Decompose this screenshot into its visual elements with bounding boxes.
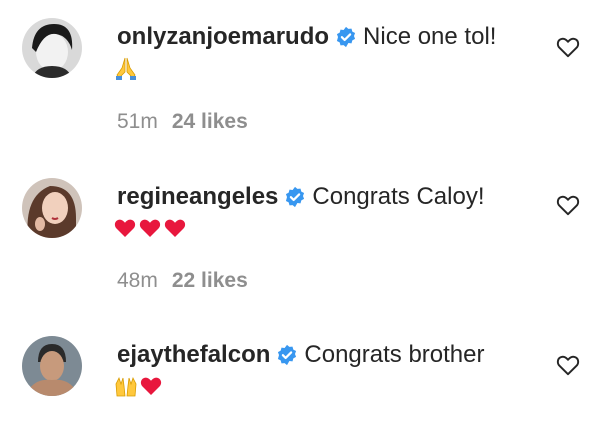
- username-link[interactable]: ejaythefalcon: [117, 341, 270, 368]
- username-link[interactable]: regineangeles: [117, 183, 278, 210]
- comment-meta: 51m 24 likes: [117, 110, 248, 134]
- likes-count-link[interactable]: 24 likes: [172, 110, 248, 133]
- comment-item: onlyzanjoemarudo Nice one tol! 51m 24 like…: [0, 0, 600, 150]
- username-link[interactable]: onlyzanjoemarudo: [117, 23, 329, 50]
- verified-badge-icon: [276, 344, 298, 374]
- avatar[interactable]: [22, 336, 82, 396]
- comment-text: Nice one tol!: [363, 23, 497, 50]
- emoji-folded-hands-icon: [113, 52, 139, 82]
- emoji-raised-hands-heart-icon: [113, 370, 165, 400]
- comment-line: regineangeles Congrats Caloy!: [117, 182, 484, 216]
- comment-line: onlyzanjoemarudo Nice one tol!: [117, 22, 496, 56]
- timestamp-link[interactable]: 48m: [117, 269, 158, 292]
- timestamp-link[interactable]: 51m: [117, 110, 158, 133]
- like-heart-icon[interactable]: [555, 34, 581, 60]
- avatar[interactable]: [22, 18, 82, 78]
- verified-badge-icon: [284, 186, 306, 216]
- comment-item: regineangeles Congrats Caloy! 48m 22 likes: [0, 150, 600, 300]
- verified-badge-icon: [335, 26, 357, 56]
- likes-count-link[interactable]: 22 likes: [172, 269, 248, 292]
- avatar[interactable]: [22, 178, 82, 238]
- like-heart-icon[interactable]: [555, 352, 581, 378]
- emoji-red-hearts-icon: [113, 212, 189, 242]
- comment-text: Congrats brother: [304, 341, 485, 368]
- comment-item: ejaythefalcon Congrats brother: [0, 300, 600, 427]
- comment-line: ejaythefalcon Congrats brother: [117, 340, 484, 374]
- like-heart-icon[interactable]: [555, 192, 581, 218]
- comment-text: Congrats Caloy!: [312, 183, 485, 210]
- comment-meta: 48m 22 likes: [117, 269, 248, 293]
